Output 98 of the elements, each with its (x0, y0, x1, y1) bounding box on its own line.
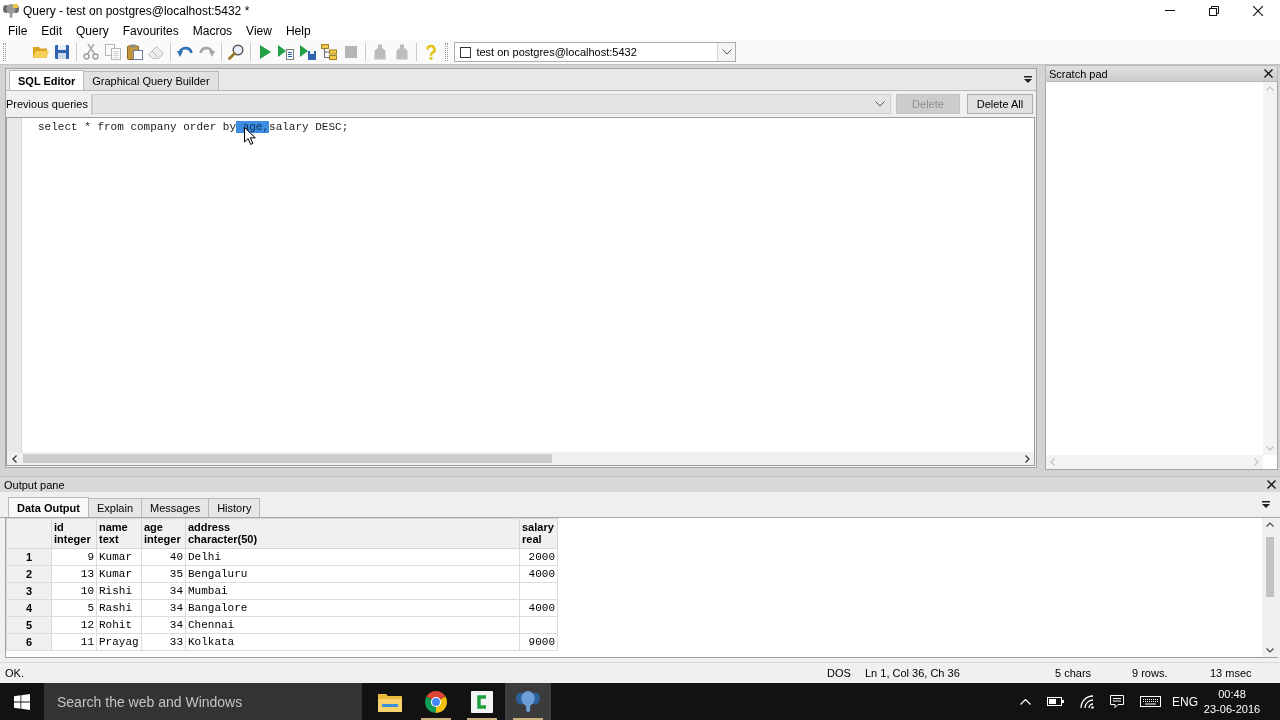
panel-title: Scratch pad (1049, 67, 1108, 80)
search-icon[interactable] (227, 44, 244, 60)
chevron-down-icon (875, 101, 885, 107)
play-script-icon[interactable] (278, 44, 295, 60)
menu-item[interactable]: File (1, 23, 35, 38)
table-cell: 9 (51, 548, 97, 566)
table-cell: 40 (141, 548, 186, 566)
table-cell: 4000 (519, 599, 558, 617)
arrow-left-icon[interactable] (11, 454, 17, 463)
caret-down-icon[interactable] (1024, 76, 1032, 83)
sql-editor[interactable]: select * from company order by age,salary DESC; (6, 117, 1035, 466)
arrow-down-icon[interactable] (1266, 648, 1274, 653)
chrome-icon (425, 690, 447, 713)
tab[interactable]: History (208, 498, 261, 517)
arrow-right-icon[interactable] (1024, 454, 1030, 463)
tree-icon[interactable] (321, 44, 338, 60)
scratch-pad-field[interactable] (1045, 82, 1278, 470)
speech-bubble-icon[interactable] (1110, 694, 1124, 709)
clock-time[interactable]: 00:48 (1218, 686, 1246, 702)
vertical-scrollbar[interactable] (1262, 518, 1278, 657)
close-icon[interactable] (1264, 69, 1273, 78)
column-header[interactable]: name text (96, 518, 142, 549)
column-header[interactable]: salary real (519, 518, 558, 549)
table-cell: 34 (141, 616, 186, 634)
column-header[interactable]: address character(50) (185, 518, 520, 549)
chevron-down-icon (721, 49, 732, 55)
table-cell: Mumbai (185, 582, 520, 600)
battery-icon[interactable] (1047, 697, 1064, 706)
chevron-up-icon[interactable] (1019, 698, 1031, 705)
table-cell: Rohit (96, 616, 142, 634)
wifi-icon[interactable] (1079, 694, 1094, 709)
table-cell: Rishi (96, 582, 142, 600)
scrollbar-thumb[interactable] (23, 454, 552, 463)
table-cell: Kumar (96, 565, 142, 583)
table-cell: 5 (51, 599, 97, 617)
column-header[interactable]: id integer (51, 518, 97, 549)
close-icon[interactable] (1267, 480, 1276, 489)
table-cell: Kumar (96, 548, 142, 566)
language-indicator[interactable]: ENG (1172, 694, 1198, 709)
delete-all-button[interactable]: Delete All (967, 94, 1033, 114)
table-cell: 4000 (519, 565, 558, 583)
play-disk-icon[interactable] (299, 44, 316, 60)
table-cell: Bangalore (185, 599, 520, 617)
code-line: select * from company order by age,salary DESC; (38, 120, 349, 134)
tab[interactable]: Graphical Query Builder (83, 71, 219, 90)
tab[interactable]: SQL Editor (9, 70, 85, 90)
connection-select[interactable]: test on postgres@localhost:5432 (454, 42, 737, 62)
table-cell: 9000 (519, 633, 558, 651)
table-cell: Chennai (185, 616, 520, 634)
menu-item[interactable]: View (239, 23, 279, 38)
window-title: Query - test on postgres@localhost:5432 * (23, 3, 250, 18)
query-time-text: 13 msec (1210, 667, 1252, 679)
selection-count-text: 5 chars (1055, 667, 1092, 679)
table-cell: Prayag (96, 633, 142, 651)
app-tile-icon (471, 690, 493, 713)
table-cell: Kolkata (185, 633, 520, 651)
close-icon[interactable] (1253, 5, 1263, 16)
tab[interactable]: Explain (87, 498, 143, 517)
windows-icon[interactable] (14, 693, 30, 710)
clipboard-icon[interactable] (126, 44, 143, 60)
menu-item[interactable]: Query (69, 23, 116, 38)
cursor-position-text: Ln 1, Col 36, Ch 36 (865, 667, 960, 679)
table-cell: 33 (141, 633, 186, 651)
arrow-up-icon[interactable] (1266, 522, 1274, 527)
table-cell: 2000 (519, 548, 558, 566)
checkbox[interactable] (460, 46, 472, 58)
menu-item[interactable]: Help (278, 23, 318, 38)
previous-queries-label: Previous queries (6, 93, 92, 115)
column-header[interactable]: age integer (141, 518, 186, 549)
table-cell: 13 (51, 565, 97, 583)
restore-icon[interactable] (1209, 5, 1219, 16)
tab[interactable]: Messages (141, 498, 210, 517)
table-cell: 35 (141, 565, 186, 583)
menu-item[interactable]: Edit (34, 23, 70, 38)
table-cell: Delhi (185, 548, 520, 566)
tab[interactable]: Data Output (8, 497, 89, 517)
table-cell: 34 (141, 599, 186, 617)
elephant-icon (516, 691, 540, 712)
row-count-text: 9 rows. (1132, 667, 1168, 679)
menu-item[interactable]: Favourites (115, 23, 186, 38)
table-cell: 34 (141, 582, 186, 600)
table-cell: Rashi (96, 599, 142, 617)
table-cell: 11 (51, 633, 97, 651)
scrollbar-thumb[interactable] (1266, 537, 1274, 597)
folder-icon (378, 691, 402, 712)
caret-down-icon[interactable] (1262, 501, 1270, 508)
table-cell: 10 (51, 582, 97, 600)
table-cell: 12 (51, 616, 97, 634)
horizontal-scrollbar[interactable] (7, 452, 1034, 465)
line-ending-text: DOS (827, 667, 851, 679)
elephant-icon (3, 3, 19, 18)
status-message: OK. (5, 667, 24, 679)
panel-title: Output pane (4, 478, 65, 491)
search-field[interactable]: Search the web and Windows (44, 683, 362, 720)
menu-item[interactable]: Macros (185, 23, 240, 38)
clock-date[interactable]: 23-06-2016 (1203, 701, 1261, 717)
table-cell: Bengaluru (185, 565, 520, 583)
keyboard-icon[interactable] (1139, 696, 1161, 707)
